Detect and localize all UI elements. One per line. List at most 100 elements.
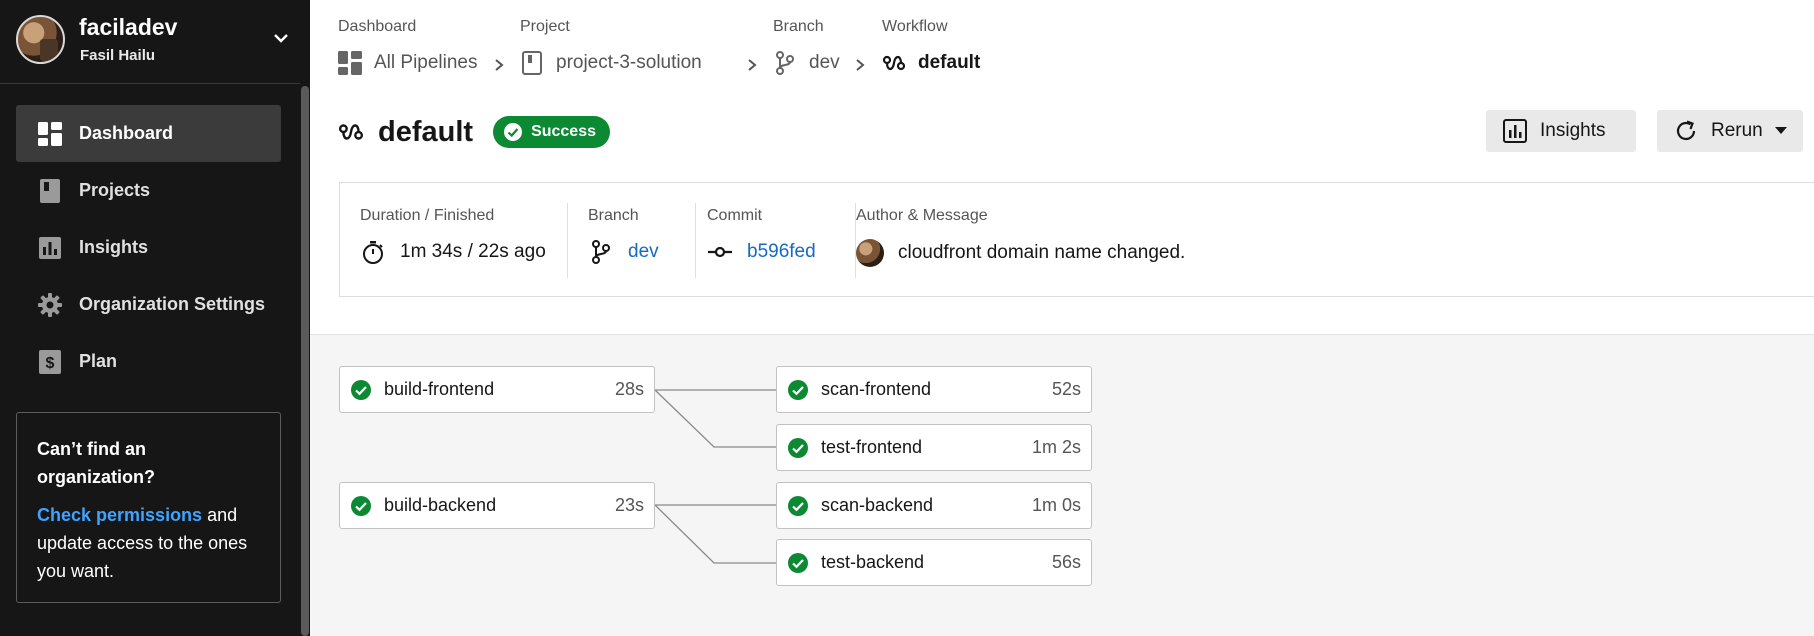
- branch-value-row: dev: [588, 239, 659, 265]
- branch-icon: [588, 239, 614, 265]
- insights-button[interactable]: Insights: [1486, 110, 1636, 152]
- page-title: default: [378, 115, 474, 148]
- job-test-frontend[interactable]: test-frontend 1m 2s: [776, 424, 1092, 471]
- sidebar-item-label: Dashboard: [79, 123, 174, 143]
- job-duration: 1m 0s: [1031, 495, 1081, 515]
- sidebar-item-dashboard[interactable]: Dashboard: [16, 105, 281, 162]
- workflow-icon: [338, 118, 366, 146]
- commit-value-row: b596fed: [707, 239, 816, 265]
- sidebar-item-projects[interactable]: Projects: [16, 162, 281, 219]
- duration-value-row: 1m 34s / 22s ago: [360, 239, 546, 265]
- breadcrumb-dashboard: Dashboard All Pipelines: [338, 18, 478, 75]
- check-circle-icon: [788, 379, 808, 400]
- insights-icon: [37, 235, 63, 261]
- branch-link[interactable]: dev: [628, 241, 659, 263]
- job-build-backend[interactable]: build-backend 23s: [339, 482, 655, 529]
- breadcrumb-value: All Pipelines: [374, 52, 478, 73]
- breadcrumb-label: Branch: [773, 18, 824, 35]
- job-name: test-frontend: [821, 437, 923, 457]
- org-help-box: Can’t find an organization? Check permis…: [16, 412, 281, 603]
- sidebar-scrollbar[interactable]: [300, 0, 310, 636]
- breadcrumb-project: Project project-3-solution: [520, 18, 702, 75]
- rerun-icon: [1673, 118, 1699, 144]
- workflow-graph: build-frontend 28s scan-frontend 52s tes…: [310, 334, 1814, 636]
- breadcrumb-all-pipelines-link[interactable]: All Pipelines: [338, 51, 478, 75]
- job-duration: 1m 2s: [1031, 437, 1081, 457]
- job-build-frontend[interactable]: build-frontend 28s: [339, 366, 655, 413]
- status-badge: Success: [493, 116, 610, 148]
- divider: [567, 203, 568, 278]
- duration-label: Duration / Finished: [360, 207, 495, 224]
- author-avatar: [856, 239, 884, 267]
- breadcrumb-value: dev: [809, 52, 840, 73]
- rerun-button[interactable]: Rerun: [1657, 110, 1803, 152]
- duration-value: 1m 34s / 22s ago: [400, 241, 546, 262]
- gear-icon: [37, 292, 63, 318]
- author-label: Author & Message: [856, 207, 988, 224]
- check-circle-icon: [351, 379, 371, 400]
- workflow-summary: Duration / Finished 1m 34s / 22s ago Bra…: [339, 182, 1814, 297]
- job-scan-frontend[interactable]: scan-frontend 52s: [776, 366, 1092, 413]
- check-permissions-link[interactable]: Check permissions: [37, 505, 202, 525]
- branch-label: Branch: [588, 207, 639, 224]
- check-circle-icon: [788, 437, 808, 458]
- dashboard-icon: [37, 121, 63, 147]
- stopwatch-icon: [360, 239, 386, 265]
- chevron-right-icon: [495, 59, 504, 71]
- job-duration: 23s: [614, 495, 644, 515]
- breadcrumb-workflow-current[interactable]: default: [882, 51, 980, 75]
- breadcrumb-branch: Branch dev: [773, 18, 840, 75]
- job-duration: 28s: [614, 379, 644, 399]
- job-name: build-backend: [384, 495, 497, 515]
- sidebar-item-organization-settings[interactable]: Organization Settings: [16, 276, 281, 333]
- breadcrumb-value: project-3-solution: [556, 52, 702, 73]
- sidebar-item-plan[interactable]: $ Plan: [16, 333, 281, 390]
- project-icon: [37, 178, 63, 204]
- breadcrumb-project-link[interactable]: project-3-solution: [520, 51, 702, 75]
- svg-text:$: $: [46, 355, 55, 372]
- branch-icon: [773, 51, 797, 75]
- dashboard-icon: [338, 51, 362, 75]
- divider: [695, 203, 696, 278]
- status-text: Success: [531, 123, 596, 140]
- insights-button-label: Insights: [1540, 120, 1606, 141]
- page-header: default Success: [338, 110, 610, 154]
- commit-label: Commit: [707, 207, 763, 224]
- commit-icon: [707, 239, 733, 265]
- sidebar-item-label: Plan: [79, 351, 118, 371]
- breadcrumb-label: Dashboard: [338, 18, 417, 35]
- help-title: Can’t find an organization?: [37, 439, 155, 487]
- sidebar-item-label: Projects: [79, 180, 151, 200]
- dollar-icon: $: [37, 349, 63, 375]
- job-name: build-frontend: [384, 379, 495, 399]
- chevron-right-icon: [748, 59, 757, 71]
- job-scan-backend[interactable]: scan-backend 1m 0s: [776, 482, 1092, 529]
- job-name: scan-frontend: [821, 379, 932, 399]
- breadcrumb-label: Project: [520, 18, 570, 35]
- main-content: Dashboard All Pipelines Project project-…: [310, 0, 1814, 636]
- rerun-button-label: Rerun: [1711, 120, 1763, 141]
- job-test-backend[interactable]: test-backend 56s: [776, 539, 1092, 586]
- check-circle-icon: [788, 495, 808, 516]
- org-name: faciladev: [79, 14, 178, 40]
- project-icon: [520, 51, 544, 75]
- sidebar-item-label: Insights: [79, 237, 149, 257]
- sidebar: faciladev Fasil Hailu Dashboard Projects…: [0, 0, 310, 636]
- job-name: scan-backend: [821, 495, 934, 515]
- help-body: Check permissions and update access to t…: [37, 501, 260, 585]
- commit-link[interactable]: b596fed: [747, 241, 816, 263]
- job-duration: 52s: [1051, 379, 1081, 399]
- job-name: test-backend: [821, 552, 925, 572]
- chevron-down-icon[interactable]: [271, 28, 291, 48]
- sidebar-scroll-thumb[interactable]: [301, 86, 309, 636]
- breadcrumb-workflow: Workflow default: [882, 18, 980, 73]
- check-circle-icon: [504, 123, 523, 141]
- user-name: Fasil Hailu: [80, 47, 156, 64]
- workflow-icon: [882, 51, 906, 75]
- breadcrumb-branch-link[interactable]: dev: [773, 51, 840, 75]
- author-value-row: cloudfront domain name changed.: [856, 239, 1185, 267]
- sidebar-nav: Dashboard Projects Insights Organization…: [16, 105, 281, 390]
- chevron-right-icon: [856, 59, 865, 71]
- org-switcher[interactable]: faciladev Fasil Hailu: [0, 0, 300, 84]
- sidebar-item-insights[interactable]: Insights: [16, 219, 281, 276]
